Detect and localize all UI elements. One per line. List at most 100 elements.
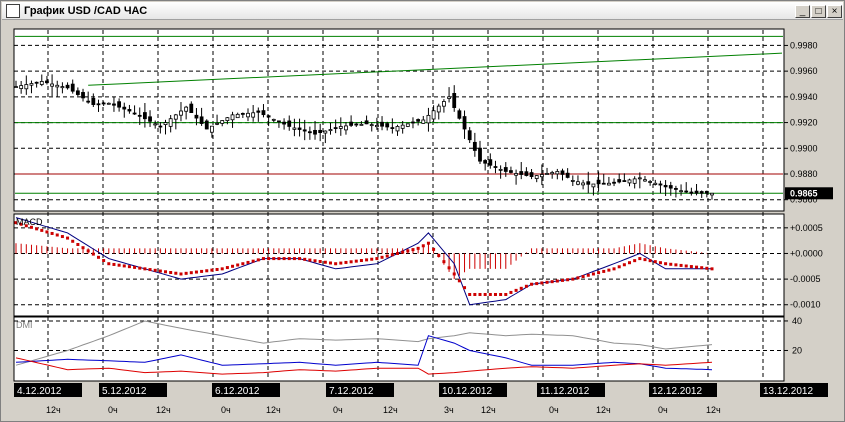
maximize-button[interactable]: □ <box>811 5 826 18</box>
macd-signal-point <box>194 270 198 274</box>
price-bar-body <box>323 130 328 134</box>
price-bar-body <box>24 84 29 90</box>
title-bar[interactable]: График USD /CAD ЧАС _ □ × <box>2 2 843 20</box>
price-bar-body <box>385 123 390 128</box>
macd-signal-point <box>597 271 601 275</box>
price-bar-body <box>45 80 49 84</box>
dmi-tick-label: 20 <box>792 345 802 355</box>
macd-signal-point <box>354 259 358 263</box>
price-bar-body <box>467 130 472 141</box>
price-bar-body <box>457 110 462 119</box>
macd-signal-point <box>674 263 678 267</box>
price-bar-body <box>70 83 75 92</box>
price-bar-body <box>142 112 147 120</box>
macd-signal-point <box>277 257 281 261</box>
price-bar-body <box>550 172 555 175</box>
macd-signal-point <box>220 267 224 271</box>
macd-signal-point <box>669 262 673 266</box>
price-bar-body <box>668 185 673 189</box>
macd-signal-point <box>509 290 513 294</box>
macd-signal-point <box>473 292 477 296</box>
price-bar-body <box>292 127 297 130</box>
price-bar-body <box>277 120 281 123</box>
price-bar-body <box>39 81 44 85</box>
macd-signal-point <box>488 292 492 296</box>
price-bar-body <box>442 101 446 107</box>
price-bar-body <box>179 110 183 116</box>
price-bar-body <box>344 125 348 131</box>
macd-signal-point <box>437 254 441 258</box>
macd-signal-point <box>447 266 451 270</box>
macd-signal-point <box>60 235 64 239</box>
price-bar-body <box>168 118 173 127</box>
macd-signal-point <box>148 268 152 272</box>
hour-label: 0ч <box>333 405 343 415</box>
hour-label: 12ч <box>156 405 171 415</box>
macd-signal-point <box>246 260 250 264</box>
price-bar-body <box>452 93 457 108</box>
hour-label: 12ч <box>596 405 611 415</box>
macd-signal-point <box>55 233 59 237</box>
macd-signal-point <box>710 267 714 271</box>
price-tick-label: 0.9900 <box>790 143 818 153</box>
macd-signal-point <box>493 292 497 296</box>
macd-signal-point <box>50 231 54 235</box>
price-bar-body <box>570 180 575 182</box>
price-bar-body <box>215 122 219 125</box>
macd-signal-point <box>282 257 286 261</box>
price-bar-body <box>60 86 65 89</box>
macd-signal-point <box>550 280 554 284</box>
macd-signal-point <box>71 239 75 243</box>
macd-signal-point <box>205 269 209 273</box>
price-bar-body <box>643 179 647 182</box>
macd-signal-point <box>174 271 178 275</box>
price-bar-body <box>19 85 24 89</box>
price-bar-body <box>539 174 544 178</box>
price-bar-body <box>132 112 137 115</box>
price-bar-body <box>380 121 384 127</box>
price-bar-body <box>405 123 410 127</box>
price-bar-body <box>632 178 637 184</box>
date-label: 7.12.2012 <box>329 386 374 397</box>
price-bar-body <box>483 160 488 164</box>
price-bar-body <box>184 106 189 112</box>
price-bar-body <box>137 114 142 117</box>
price-bar-body <box>591 183 596 188</box>
price-bar-body <box>199 116 204 124</box>
price-tick-label: 0.9880 <box>790 169 818 179</box>
macd-signal-point <box>365 258 369 262</box>
close-button[interactable]: × <box>827 5 842 18</box>
macd-signal-point <box>35 227 39 231</box>
price-panel[interactable] <box>13 28 785 212</box>
dmi-tick-label: 40 <box>792 316 802 326</box>
macd-signal-point <box>519 286 523 290</box>
price-bar-body <box>606 182 611 186</box>
price-bar-body <box>658 183 663 186</box>
macd-signal-point <box>653 260 657 264</box>
price-bar-body <box>101 102 106 105</box>
macd-signal-point <box>102 259 106 263</box>
macd-signal-point <box>133 265 137 269</box>
macd-signal-point <box>591 272 595 276</box>
price-bar-body <box>261 110 266 116</box>
macd-signal-point <box>344 260 348 264</box>
macd-signal-point <box>658 261 662 265</box>
minimize-button[interactable]: _ <box>795 5 810 18</box>
hour-label: 0ч <box>658 405 668 415</box>
chart-svg[interactable]: 0.9980 0.9960 0.9940 0.9920 0.9900 0.9880 0.98… <box>1 21 845 422</box>
macd-signal-point <box>189 271 193 275</box>
macd-signal-point <box>225 266 229 270</box>
hour-label: 12ч <box>706 405 721 415</box>
price-bar-body <box>648 181 653 183</box>
price-bar-body <box>514 173 518 176</box>
hour-label: 12ч <box>481 405 496 415</box>
macd-signal-point <box>426 241 430 245</box>
price-bar-body <box>112 103 116 106</box>
macd-signal-point <box>380 255 384 259</box>
macd-signal-point <box>468 292 472 296</box>
macd-signal-point <box>401 250 405 254</box>
macd-signal-point <box>571 277 575 281</box>
macd-signal-point <box>323 260 327 264</box>
macd-signal-point <box>349 260 353 264</box>
macd-signal-point <box>153 268 157 272</box>
